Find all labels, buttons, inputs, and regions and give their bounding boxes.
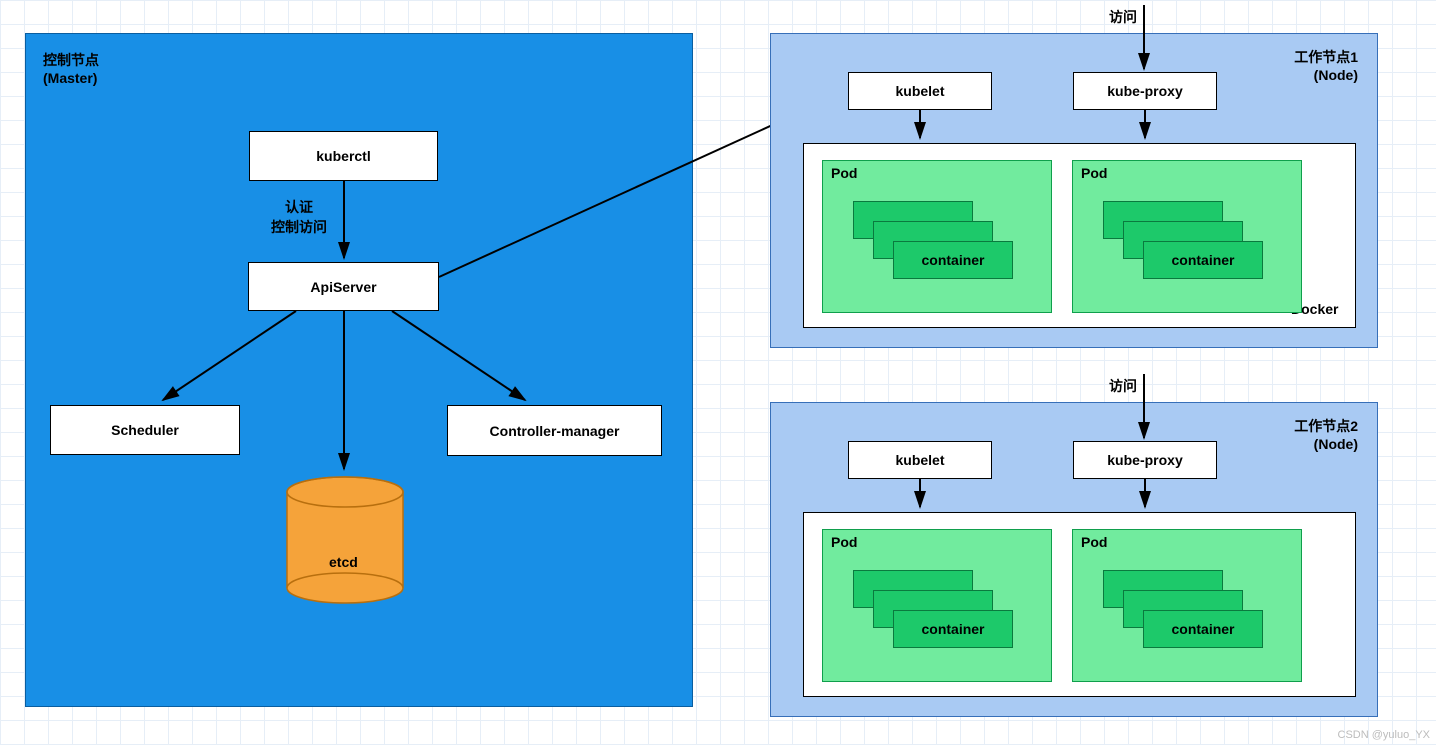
container-layer-icon: container — [1143, 610, 1263, 648]
container-layer-icon: container — [893, 610, 1013, 648]
scheduler-box: Scheduler — [50, 405, 240, 455]
node1-kubeproxy-box: kube-proxy — [1073, 72, 1217, 110]
container-label: container — [921, 252, 984, 268]
node1-kubelet-label: kubelet — [895, 83, 944, 99]
apiserver-label: ApiServer — [310, 279, 376, 295]
container-layer-icon: container — [1143, 241, 1263, 279]
node2-pod2-label: Pod — [1081, 534, 1107, 550]
node2-access-label: 访问 — [1109, 376, 1137, 396]
kuberctl-label: kuberctl — [316, 148, 370, 164]
node2-title-1: 工作节点2 — [1294, 416, 1358, 436]
container-layer-icon: container — [893, 241, 1013, 279]
auth-line1: 认证 — [285, 197, 313, 217]
node1-pod2-label: Pod — [1081, 165, 1107, 181]
master-title-1: 控制节点 — [43, 50, 99, 70]
diagram-canvas: 控制节点 (Master) kuberctl 认证 控制访问 ApiServer… — [0, 0, 1436, 745]
scheduler-label: Scheduler — [111, 422, 179, 438]
watermark: CSDN @yuluo_YX — [1338, 729, 1430, 741]
node2-kubeproxy-box: kube-proxy — [1073, 441, 1217, 479]
controller-manager-box: Controller-manager — [447, 405, 662, 456]
node2-pod2: Pod container — [1072, 529, 1302, 682]
node2-pod1-label: Pod — [831, 534, 857, 550]
node1-pod1-label: Pod — [831, 165, 857, 181]
etcd-cylinder-icon — [284, 476, 406, 604]
master-title-2: (Master) — [43, 70, 97, 86]
node2-kubelet-label: kubelet — [895, 452, 944, 468]
apiserver-box: ApiServer — [248, 262, 439, 311]
kuberctl-box: kuberctl — [249, 131, 438, 181]
node2-kubelet-box: kubelet — [848, 441, 992, 479]
node1-pod1: Pod container — [822, 160, 1052, 313]
node1-kubeproxy-label: kube-proxy — [1107, 83, 1182, 99]
node1-access-label: 访问 — [1109, 7, 1137, 27]
container-label: container — [1171, 621, 1234, 637]
node1-pod2: Pod container — [1072, 160, 1302, 313]
container-label: container — [921, 621, 984, 637]
node1-title-2: (Node) — [1314, 67, 1358, 83]
node1-kubelet-box: kubelet — [848, 72, 992, 110]
node1-title-1: 工作节点1 — [1294, 47, 1358, 67]
node2-pod1: Pod container — [822, 529, 1052, 682]
node2-title-2: (Node) — [1314, 436, 1358, 452]
controller-manager-label: Controller-manager — [490, 423, 620, 439]
etcd-label: etcd — [329, 554, 358, 570]
container-label: container — [1171, 252, 1234, 268]
auth-line2: 控制访问 — [271, 217, 327, 237]
node2-kubeproxy-label: kube-proxy — [1107, 452, 1182, 468]
